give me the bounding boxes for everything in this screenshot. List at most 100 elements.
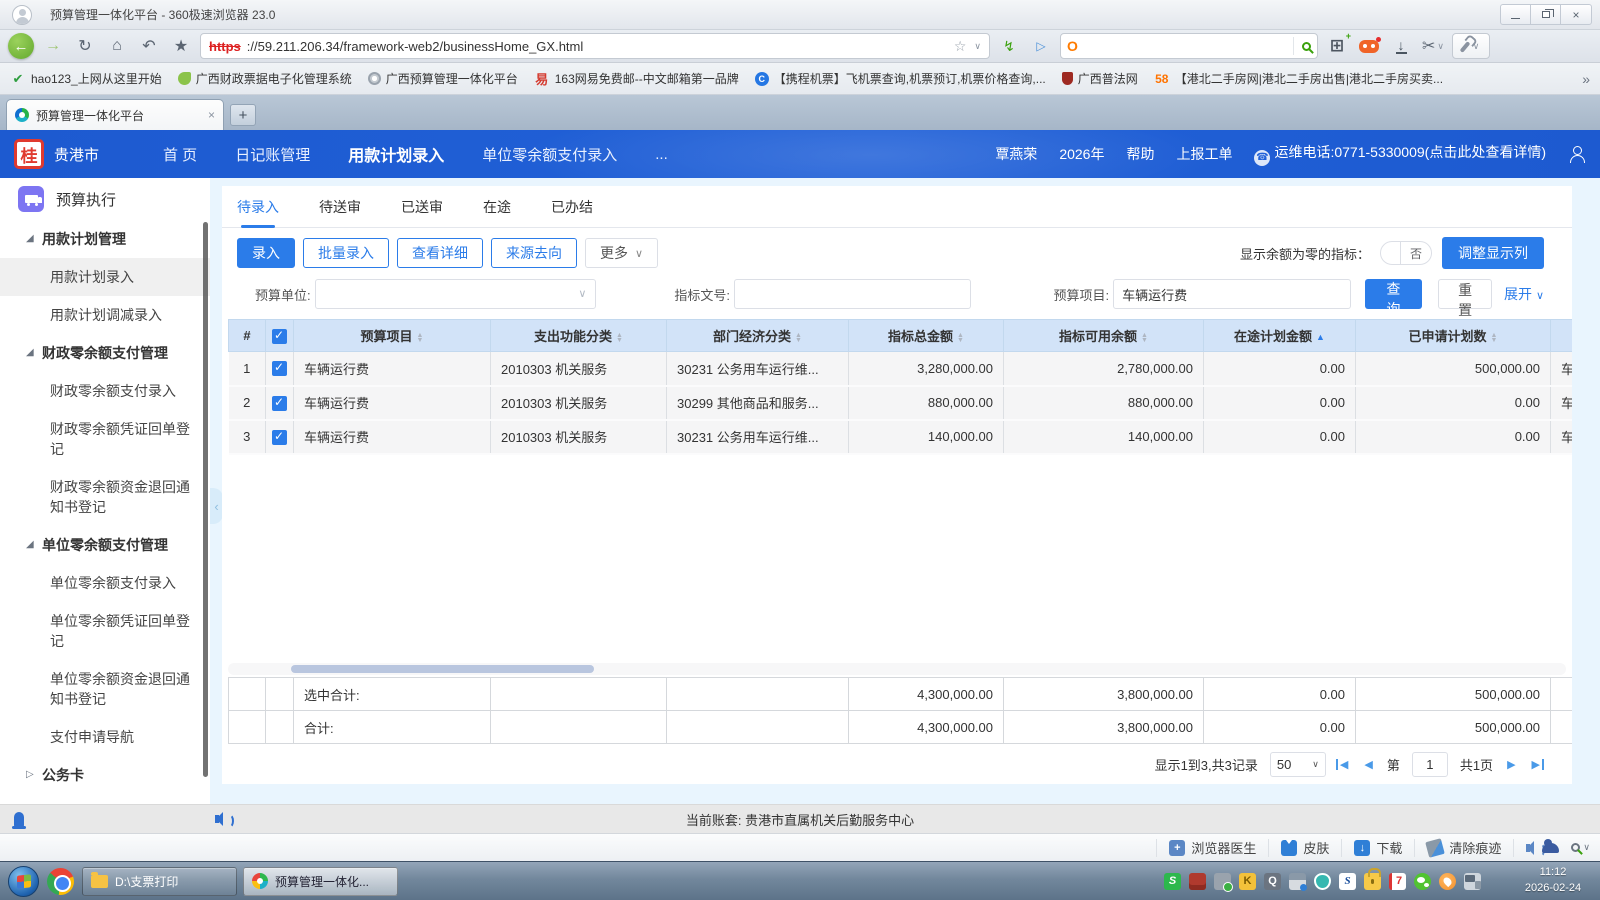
column-header[interactable]: 指标可用余额 bbox=[1004, 320, 1204, 352]
cell-in-transit[interactable]: 0.00 bbox=[1204, 352, 1356, 386]
security-flame-icon[interactable] bbox=[1439, 873, 1456, 890]
status-tab[interactable]: 在途 bbox=[483, 186, 511, 228]
sidebar-item[interactable]: 财政零余额资金退回通知书登记 bbox=[0, 468, 210, 526]
fiscal-year[interactable]: 2026年 bbox=[1059, 144, 1104, 164]
last-page-button[interactable]: ▶ bbox=[1530, 758, 1542, 771]
close-button[interactable]: × bbox=[1561, 5, 1591, 24]
action-button[interactable]: 来源去向 bbox=[491, 238, 577, 268]
sidebar-item[interactable]: 单位零余额资金退回通知书登记 bbox=[0, 660, 210, 718]
statusbar-item[interactable]: 皮肤 bbox=[1268, 839, 1341, 857]
cell-function-class[interactable]: 2010303 机关服务 bbox=[491, 420, 667, 454]
user-avatar-icon[interactable] bbox=[12, 5, 32, 25]
cell-econ-class[interactable]: 30299 其他商品和服务... bbox=[667, 386, 849, 420]
minimize-button[interactable] bbox=[1501, 5, 1531, 24]
games-icon[interactable] bbox=[1356, 33, 1382, 59]
column-header[interactable]: 预算项目 bbox=[294, 320, 491, 352]
table-row[interactable]: 1 车辆运行费 2010303 机关服务 30231 公务用车运行维... 3,… bbox=[229, 352, 1573, 386]
expand-filters-link[interactable]: 展开 bbox=[1504, 284, 1544, 304]
action-button[interactable]: 查看详细 bbox=[397, 238, 483, 268]
restore-button[interactable] bbox=[1531, 5, 1561, 24]
url-dropdown-icon[interactable]: ∨ bbox=[974, 41, 981, 52]
sort-icon[interactable] bbox=[957, 333, 964, 343]
page-number-input[interactable]: 1 bbox=[1412, 752, 1448, 777]
bookmark[interactable]: 广西预算管理一体化平台 bbox=[368, 70, 518, 87]
sidebar-item[interactable]: 用款计划调减录入 bbox=[0, 296, 210, 334]
prev-page-button[interactable]: ◀ bbox=[1362, 758, 1374, 771]
sort-icon[interactable] bbox=[795, 333, 802, 343]
statusbar-item[interactable]: + 浏览器医生 bbox=[1156, 839, 1268, 857]
sidebar-item[interactable]: 财政零余额支付管理 bbox=[0, 334, 210, 372]
budget-unit-select[interactable] bbox=[315, 279, 597, 309]
nav-item[interactable]: 单位零余额支付录入 bbox=[482, 144, 617, 165]
cell-available-balance[interactable]: 140,000.00 bbox=[1004, 420, 1204, 454]
cell-applied[interactable]: 500,000.00 bbox=[1356, 352, 1551, 386]
start-button[interactable] bbox=[8, 866, 39, 897]
table-row[interactable]: 2 车辆运行费 2010303 机关服务 30299 其他商品和服务... 88… bbox=[229, 386, 1573, 420]
wechat-icon[interactable] bbox=[1414, 873, 1431, 890]
cell-in-transit[interactable]: 0.00 bbox=[1204, 420, 1356, 454]
next-page-button[interactable]: ▶ bbox=[1505, 758, 1517, 771]
nav-item[interactable]: ... bbox=[655, 146, 668, 163]
speed-icon[interactable]: ↯ bbox=[996, 33, 1022, 59]
column-header[interactable]: 指标总金额 bbox=[849, 320, 1004, 352]
sidebar-item[interactable]: 单位零余额支付管理 bbox=[0, 526, 210, 564]
taskbar-browser-button[interactable]: 预算管理一体化... bbox=[243, 867, 398, 896]
status-tab[interactable]: 待送审 bbox=[319, 186, 361, 228]
budget-item-input[interactable]: 车辆运行费 bbox=[1113, 279, 1350, 309]
search-go-button[interactable] bbox=[1293, 37, 1311, 55]
sidebar-scrollbar[interactable] bbox=[203, 222, 208, 777]
nav-item[interactable]: 首 页 bbox=[163, 144, 197, 165]
360-swirl-icon[interactable]: S bbox=[1339, 873, 1356, 890]
bookmark[interactable]: 58 【港北二手房网|港北二手房出售|港北二手房买卖... bbox=[1154, 70, 1443, 87]
sidebar-item[interactable]: 单位零余额凭证回单登记 bbox=[0, 602, 210, 660]
bookmark[interactable]: ✔ hao123_上网从这里开始 bbox=[10, 70, 162, 87]
printer-icon[interactable] bbox=[1289, 873, 1306, 890]
usb-device-icon[interactable] bbox=[1214, 873, 1231, 890]
table-row[interactable]: 3 车辆运行费 2010303 机关服务 30231 公务用车运行维... 14… bbox=[229, 420, 1573, 454]
sort-icon[interactable] bbox=[1491, 333, 1498, 343]
cell-function-class[interactable]: 2010303 机关服务 bbox=[491, 352, 667, 386]
ticket-link[interactable]: 上报工单 bbox=[1176, 144, 1232, 164]
profile-icon[interactable] bbox=[1568, 145, 1586, 163]
back-button[interactable]: ← bbox=[8, 33, 34, 59]
network-icon[interactable] bbox=[1464, 873, 1481, 890]
cell-total-amount[interactable]: 140,000.00 bbox=[849, 420, 1004, 454]
column-header[interactable]: 部门经济分类 bbox=[667, 320, 849, 352]
sidebar-item[interactable]: 支付配置 bbox=[0, 794, 210, 804]
forward-button[interactable]: → bbox=[40, 33, 66, 59]
cell-total-amount[interactable]: 3,280,000.00 bbox=[849, 352, 1004, 386]
doc-no-input[interactable] bbox=[734, 279, 971, 309]
cell-extra[interactable]: 车辆运行费 bbox=[1551, 386, 1573, 420]
sort-icon[interactable] bbox=[417, 333, 424, 343]
search-box[interactable]: O bbox=[1060, 33, 1318, 59]
query-button[interactable]: 查询 bbox=[1365, 279, 1423, 309]
first-page-button[interactable]: ◀ bbox=[1338, 758, 1350, 771]
stock-app-icon[interactable]: 7 bbox=[1389, 873, 1406, 890]
status-tab[interactable]: 待录入 bbox=[237, 186, 279, 228]
sidebar-item[interactable]: 财政零余额凭证回单登记 bbox=[0, 410, 210, 468]
bookmarks-overflow-icon[interactable]: » bbox=[1582, 71, 1590, 87]
horizontal-scrollbar[interactable] bbox=[228, 663, 1566, 675]
cell-available-balance[interactable]: 2,780,000.00 bbox=[1004, 352, 1204, 386]
cell-extra[interactable]: 车辆运行费 bbox=[1551, 420, 1573, 454]
column-header[interactable] bbox=[1551, 320, 1573, 352]
sidebar-item[interactable]: 支付申请导航 bbox=[0, 718, 210, 756]
kis-icon[interactable]: K bbox=[1239, 873, 1256, 890]
shield-icon[interactable] bbox=[1314, 873, 1331, 890]
scrollbar-thumb[interactable] bbox=[291, 665, 594, 673]
sidebar-item[interactable]: 公务卡 bbox=[0, 756, 210, 794]
bookmark-star-icon[interactable]: ☆ bbox=[954, 38, 967, 55]
lock-icon[interactable] bbox=[1364, 873, 1381, 890]
bookmark[interactable]: C 【携程机票】飞机票查询,机票预订,机票价格查询,... bbox=[755, 70, 1046, 87]
cell-in-transit[interactable]: 0.00 bbox=[1204, 386, 1356, 420]
tab-close-icon[interactable]: × bbox=[208, 108, 215, 122]
statusbar-item[interactable]: ↓ 下载 bbox=[1341, 839, 1414, 857]
row-checkbox[interactable] bbox=[266, 420, 294, 454]
taskbar-folder-button[interactable]: D:\支票打印 bbox=[82, 867, 237, 896]
bookmark[interactable]: 广西财政票据电子化管理系统 bbox=[178, 70, 352, 87]
sogou-input-icon[interactable]: S bbox=[1164, 873, 1181, 890]
adjust-columns-button[interactable]: 调整显示列 bbox=[1442, 237, 1544, 269]
page-size-select[interactable]: 50∨ bbox=[1270, 752, 1326, 777]
zero-balance-toggle[interactable]: 否 bbox=[1380, 241, 1432, 265]
cell-budget-item[interactable]: 车辆运行费 bbox=[294, 352, 491, 386]
